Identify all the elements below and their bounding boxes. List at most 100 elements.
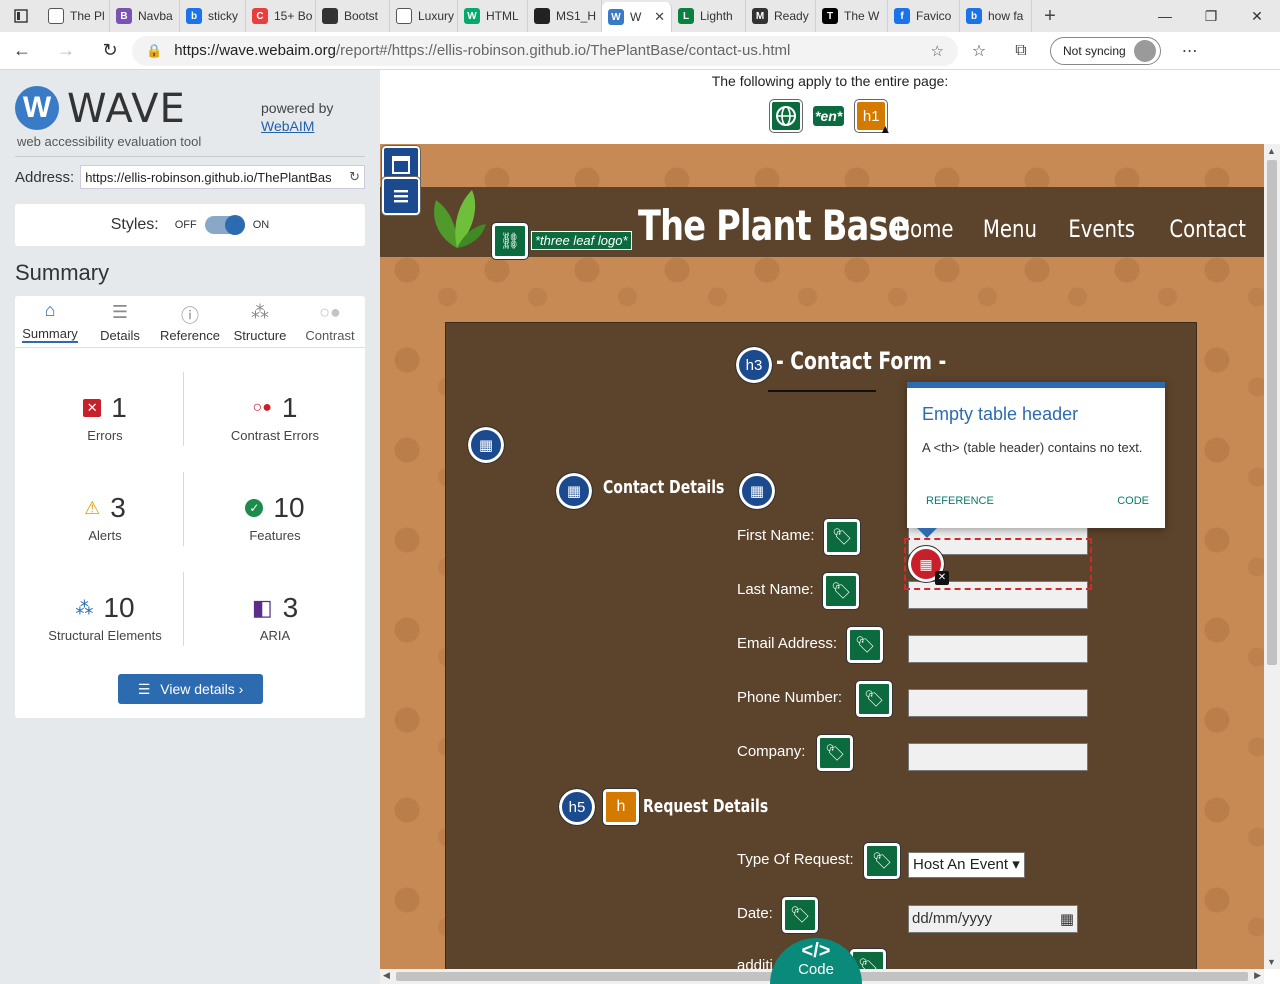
first-name-label: First Name: (737, 527, 815, 544)
profile-sync-button[interactable]: Not syncing (1050, 36, 1161, 65)
collections-icon[interactable]: ⧉ (1000, 42, 1042, 60)
nav-events[interactable]: Events (1069, 215, 1136, 243)
minimize-icon[interactable]: — (1142, 8, 1188, 25)
browser-tab[interactable]: L Lighth (672, 0, 746, 32)
browser-tab[interactable]: M Ready (746, 0, 816, 32)
stat-aria[interactable]: ◧ 3 ARIA (190, 592, 360, 672)
browser-tab[interactable]: Bootst (316, 0, 390, 32)
contrast-label: Contrast Errors (230, 428, 320, 443)
scroll-down-icon[interactable]: ▼ (1267, 957, 1276, 967)
list-icon: ☰ (111, 302, 129, 322)
label-icon[interactable]: 🏷 (822, 572, 860, 610)
site-nav-links: Home Menu Events Contact (889, 215, 1254, 243)
browser-tab[interactable]: B Navba (110, 0, 180, 32)
linked-image-icon[interactable]: ⛓ (491, 222, 529, 260)
address-input[interactable]: https://ellis-robinson.github.io/ThePlan… (80, 165, 365, 189)
scroll-up-icon[interactable]: ▲ (1267, 146, 1276, 156)
h1-tag-text: h1 (862, 107, 880, 125)
tab-summary[interactable]: ⌂ Summary (15, 296, 85, 347)
label-icon[interactable]: 🏷 (855, 680, 893, 718)
webaim-link[interactable]: WebAIM (261, 118, 333, 134)
tab-details[interactable]: ☰ Details (85, 296, 155, 347)
tab-actions-icon[interactable] (0, 0, 42, 32)
vertical-scrollbar[interactable]: ▲ ▼ (1264, 144, 1280, 969)
contrast-error-icon: ○● (252, 399, 272, 416)
M-favicon-icon: M (752, 8, 768, 24)
popup-title: Empty table header (922, 404, 1079, 424)
last-name-label: Last Name: (737, 581, 814, 598)
company-input[interactable] (908, 743, 1088, 771)
browser-tab[interactable]: b how fa (960, 0, 1032, 32)
tab-reference[interactable]: ⓘ Reference (155, 296, 225, 347)
back-button[interactable]: ← (0, 40, 44, 61)
browser-tab[interactable]: MS1_H (528, 0, 602, 32)
close-tab-icon[interactable]: ✕ (654, 9, 665, 25)
stat-errors[interactable]: ✕ 1 Errors (20, 392, 190, 472)
stat-alerts[interactable]: ⚠ 3 Alerts (20, 492, 190, 572)
scroll-right-icon[interactable]: ▶ (1254, 970, 1261, 981)
language-tag[interactable]: *en* (812, 105, 846, 127)
h1-alert-icon[interactable]: h1 ▲ (854, 99, 891, 136)
tab-contrast[interactable]: ○● Contrast (295, 296, 365, 347)
h3-heading-icon[interactable]: h3 (735, 346, 773, 384)
address-row: Address: https://ellis-robinson.github.i… (15, 164, 365, 190)
table-header-icon[interactable]: ▦ (738, 472, 776, 510)
browser-tab[interactable]: T The W (816, 0, 888, 32)
h3-tag-text: h3 (745, 356, 763, 374)
scroll-left-icon[interactable]: ◀ (383, 970, 390, 981)
table-icon[interactable]: ▦ (467, 426, 505, 464)
nav-menu[interactable]: Menu (983, 215, 1037, 243)
popup-code-link[interactable]: CODE (1117, 495, 1149, 507)
more-menu-icon[interactable]: ⋯ (1169, 41, 1211, 61)
close-window-icon[interactable]: ✕ (1234, 8, 1280, 25)
browser-tab[interactable]: b sticky (180, 0, 246, 32)
site-navbar: ⛓ *three leaf logo* The Plant Base Home … (380, 176, 1264, 260)
request-type-select[interactable]: Host An Event ▾ (908, 852, 1025, 878)
reload-button[interactable]: ↻ (88, 40, 132, 61)
label-icon[interactable]: 🏷 (846, 626, 884, 664)
tab-label: Luxury (418, 9, 455, 23)
favorite-add-icon[interactable]: ☆ (931, 42, 944, 60)
calendar-icon[interactable]: ▦ (1060, 910, 1074, 928)
label-icon[interactable]: 🏷 (781, 896, 819, 934)
browser-tab[interactable]: The Pl (42, 0, 110, 32)
styles-toggle[interactable] (204, 215, 245, 235)
site-brand[interactable]: The Plant Base (638, 201, 910, 250)
browser-tab[interactable]: Luxury (390, 0, 458, 32)
browser-tab[interactable]: W HTML (458, 0, 528, 32)
browser-tab[interactable]: W W ✕ (602, 2, 672, 32)
label-icon[interactable]: 🏷 (816, 734, 854, 772)
scroll-thumb[interactable] (1267, 160, 1277, 665)
url-bar[interactable]: 🔒 https://wave.webaim.org/report#/https:… (132, 35, 958, 66)
stat-structural[interactable]: ⁂ 10 Structural Elements (20, 592, 190, 672)
heading-alert-icon[interactable]: h (602, 788, 640, 826)
refresh-icon[interactable]: ↻ (349, 169, 360, 185)
navigation-region-icon[interactable] (381, 176, 421, 216)
stat-features[interactable]: ✓ 10 Features (190, 492, 360, 572)
h5-heading-icon[interactable]: h5 (558, 788, 596, 826)
view-details-button[interactable]: ☰ View details › (118, 674, 263, 704)
browser-tab[interactable]: f Favico (888, 0, 960, 32)
tab-structure[interactable]: ⁂ Structure (225, 296, 295, 347)
code-toggle-button[interactable]: </> Code (770, 938, 862, 984)
new-tab-button[interactable]: + (1032, 5, 1068, 28)
styles-off-label: OFF (174, 219, 197, 231)
date-input[interactable]: dd/mm/yyyy ▦ (908, 905, 1078, 933)
label-icon[interactable]: 🏷 (823, 518, 861, 556)
evaluated-page: ⛓ *three leaf logo* The Plant Base Home … (380, 144, 1264, 969)
browser-tab[interactable]: C 15+ Bo (246, 0, 316, 32)
nav-home[interactable]: Home (895, 215, 953, 243)
email-input[interactable] (908, 635, 1088, 663)
panel-tabs: ⌂ Summary ☰ Details ⓘ Reference ⁂ Structure … (15, 296, 365, 348)
label-icon[interactable]: 🏷 (863, 842, 901, 880)
stat-contrast-errors[interactable]: ○● 1 Contrast Errors (190, 392, 360, 472)
favorites-icon[interactable]: ☆ (958, 41, 1000, 61)
phone-input[interactable] (908, 689, 1088, 717)
nav-contact[interactable]: Contact (1169, 215, 1246, 243)
restore-icon[interactable]: ❐ (1188, 8, 1234, 25)
b-favicon-icon: b (966, 8, 982, 24)
language-globe-icon[interactable] (769, 99, 803, 133)
table-header-icon[interactable]: ▦ (555, 472, 593, 510)
popup-reference-link[interactable]: REFERENCE (926, 495, 994, 507)
forward-button[interactable]: → (44, 40, 88, 61)
